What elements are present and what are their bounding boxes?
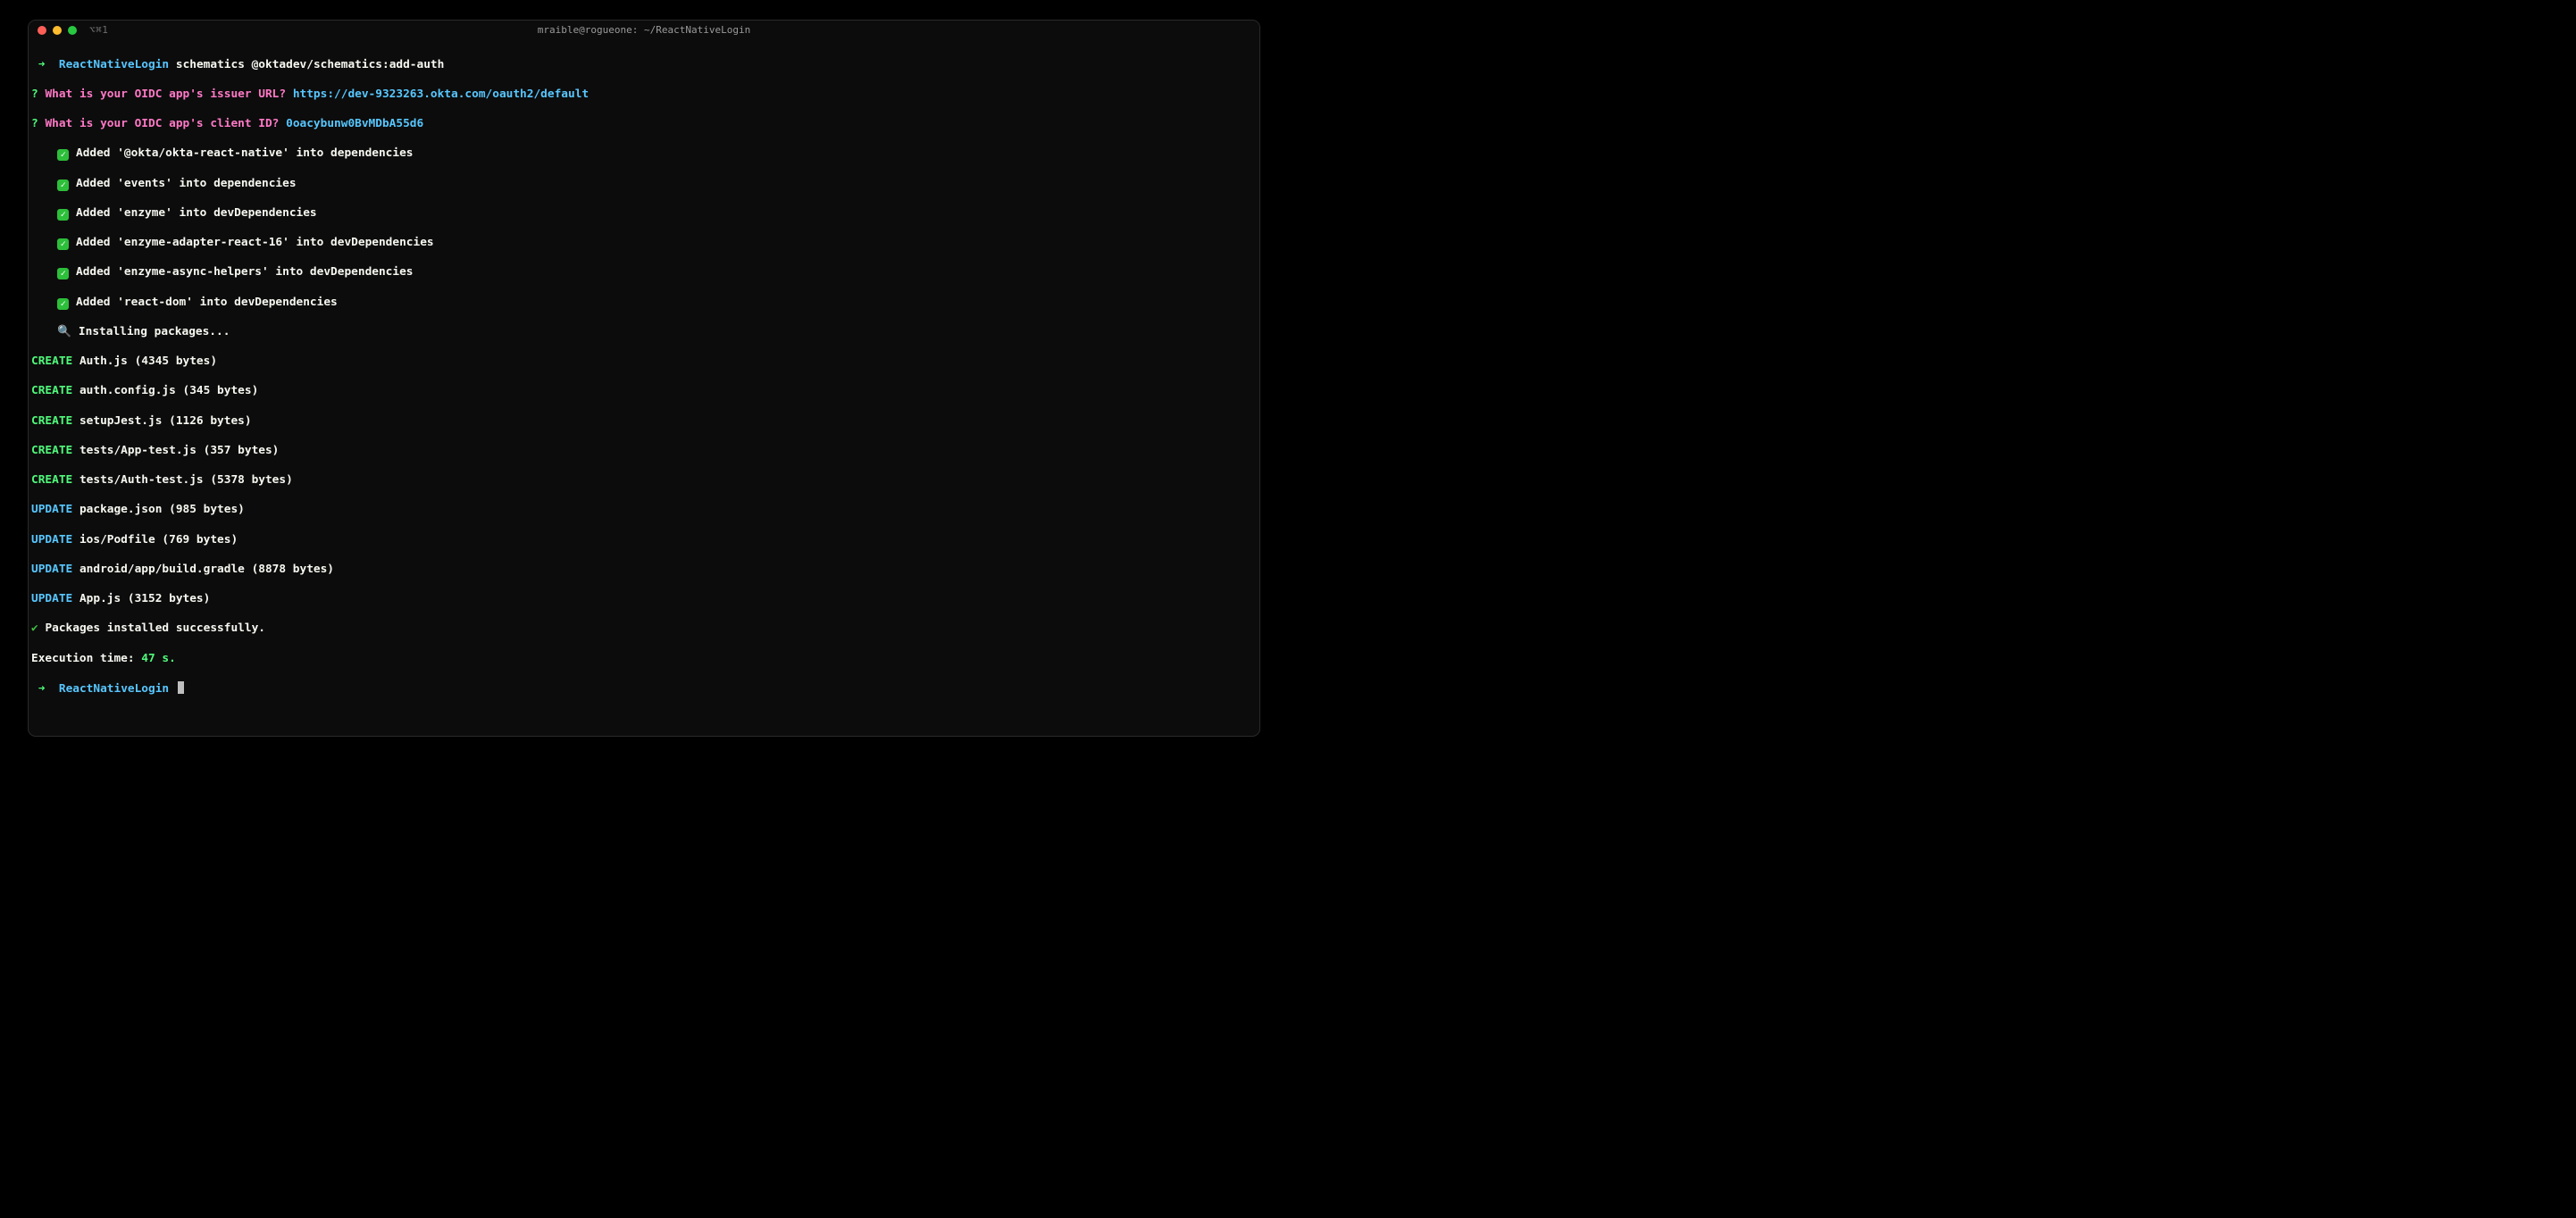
check-icon: ✓ bbox=[57, 209, 69, 221]
file-op-line: CREATE auth.config.js (345 bytes) bbox=[31, 384, 1257, 399]
added-text: Added '@okta/okta-react-native' into dep… bbox=[76, 146, 414, 160]
added-text: Added 'enzyme-adapter-react-16' into dev… bbox=[76, 236, 434, 249]
update-label: UPDATE bbox=[31, 503, 72, 516]
file-op-line: CREATE tests/Auth-test.js (5378 bytes) bbox=[31, 473, 1257, 488]
tab-shortcut-label: ⌥⌘1 bbox=[89, 24, 108, 36]
question-mark-icon: ? bbox=[31, 88, 38, 101]
file-path: setupJest.js (1126 bytes) bbox=[79, 414, 252, 428]
file-path: tests/Auth-test.js (5378 bytes) bbox=[79, 473, 293, 487]
file-op-line: CREATE Auth.js (4345 bytes) bbox=[31, 355, 1257, 370]
prompt-dir: ReactNativeLogin bbox=[59, 58, 169, 71]
close-icon[interactable] bbox=[38, 26, 46, 35]
timing-line: Execution time: 47 s. bbox=[31, 652, 1257, 667]
file-path: tests/App-test.js (357 bytes) bbox=[79, 444, 279, 457]
added-line: ✓ Added 'enzyme-async-helpers' into devD… bbox=[31, 265, 1257, 280]
check-icon: ✓ bbox=[57, 179, 69, 191]
success-line: ✔ Packages installed successfully. bbox=[31, 622, 1257, 637]
update-label: UPDATE bbox=[31, 592, 72, 605]
question-answer: 0oacybunw0BvMDbA55d6 bbox=[286, 117, 423, 130]
added-line: ✓ Added 'enzyme' into devDependencies bbox=[31, 206, 1257, 221]
file-op-line: CREATE setupJest.js (1126 bytes) bbox=[31, 414, 1257, 430]
file-path: auth.config.js (345 bytes) bbox=[79, 384, 258, 397]
installing-text: Installing packages... bbox=[79, 325, 230, 338]
added-line: ✓ Added 'enzyme-adapter-react-16' into d… bbox=[31, 236, 1257, 251]
update-label: UPDATE bbox=[31, 563, 72, 576]
file-op-line: UPDATE android/app/build.gradle (8878 by… bbox=[31, 563, 1257, 578]
check-icon: ✓ bbox=[57, 149, 69, 161]
maximize-icon[interactable] bbox=[68, 26, 77, 35]
check-icon: ✓ bbox=[57, 238, 69, 250]
create-label: CREATE bbox=[31, 473, 72, 487]
check-icon: ✓ bbox=[57, 298, 69, 310]
timing-label: Execution time: bbox=[31, 652, 141, 665]
question-line: ? What is your OIDC app's client ID? 0oa… bbox=[31, 117, 1257, 132]
success-text: Packages installed successfully. bbox=[45, 622, 265, 635]
question-line: ? What is your OIDC app's issuer URL? ht… bbox=[31, 88, 1257, 103]
traffic-lights bbox=[38, 26, 77, 35]
create-label: CREATE bbox=[31, 355, 72, 368]
file-op-line: UPDATE package.json (985 bytes) bbox=[31, 503, 1257, 518]
file-path: App.js (3152 bytes) bbox=[79, 592, 210, 605]
prompt-line: ➜ ReactNativeLogin schematics @oktadev/s… bbox=[31, 58, 1257, 73]
minimize-icon[interactable] bbox=[53, 26, 62, 35]
file-path: Auth.js (4345 bytes) bbox=[79, 355, 217, 368]
timing-value: 47 s. bbox=[141, 652, 176, 665]
file-path: android/app/build.gradle (8878 bytes) bbox=[79, 563, 334, 576]
added-line: ✓ Added '@okta/okta-react-native' into d… bbox=[31, 146, 1257, 162]
create-label: CREATE bbox=[31, 384, 72, 397]
added-text: Added 'react-dom' into devDependencies bbox=[76, 296, 338, 309]
question-text: What is your OIDC app's client ID? bbox=[45, 117, 279, 130]
prompt-arrow-icon: ➜ bbox=[38, 58, 46, 71]
command-text: schematics @oktadev/schematics:add-auth bbox=[176, 58, 444, 71]
file-path: ios/Podfile (769 bytes) bbox=[79, 533, 238, 546]
update-label: UPDATE bbox=[31, 533, 72, 546]
file-path: package.json (985 bytes) bbox=[79, 503, 245, 516]
prompt-dir: ReactNativeLogin bbox=[59, 682, 169, 696]
question-mark-icon: ? bbox=[31, 117, 38, 130]
added-text: Added 'enzyme-async-helpers' into devDep… bbox=[76, 265, 414, 279]
magnifier-icon: 🔍 bbox=[57, 325, 71, 338]
question-text: What is your OIDC app's issuer URL? bbox=[45, 88, 286, 101]
window-title: mraible@rogueone: ~/ReactNativeLogin bbox=[538, 24, 750, 36]
prompt-line: ➜ ReactNativeLogin bbox=[31, 681, 1257, 697]
check-icon: ✓ bbox=[57, 268, 69, 279]
terminal-content[interactable]: ➜ ReactNativeLogin schematics @oktadev/s… bbox=[29, 39, 1259, 736]
titlebar: ⌥⌘1 mraible@rogueone: ~/ReactNativeLogin bbox=[29, 21, 1259, 39]
added-line: ✓ Added 'react-dom' into devDependencies bbox=[31, 296, 1257, 311]
create-label: CREATE bbox=[31, 444, 72, 457]
added-line: ✓ Added 'events' into dependencies bbox=[31, 177, 1257, 192]
file-op-line: UPDATE App.js (3152 bytes) bbox=[31, 592, 1257, 607]
prompt-arrow-icon: ➜ bbox=[38, 682, 46, 696]
installing-line: 🔍 Installing packages... bbox=[31, 325, 1257, 340]
cursor-icon bbox=[178, 681, 184, 694]
file-op-line: CREATE tests/App-test.js (357 bytes) bbox=[31, 444, 1257, 459]
create-label: CREATE bbox=[31, 414, 72, 428]
terminal-window: ⌥⌘1 mraible@rogueone: ~/ReactNativeLogin… bbox=[28, 20, 1260, 737]
added-text: Added 'events' into dependencies bbox=[76, 177, 297, 190]
question-answer: https://dev-9323263.okta.com/oauth2/defa… bbox=[293, 88, 589, 101]
added-text: Added 'enzyme' into devDependencies bbox=[76, 206, 317, 220]
file-op-line: UPDATE ios/Podfile (769 bytes) bbox=[31, 533, 1257, 548]
success-check-icon: ✔ bbox=[31, 622, 38, 635]
